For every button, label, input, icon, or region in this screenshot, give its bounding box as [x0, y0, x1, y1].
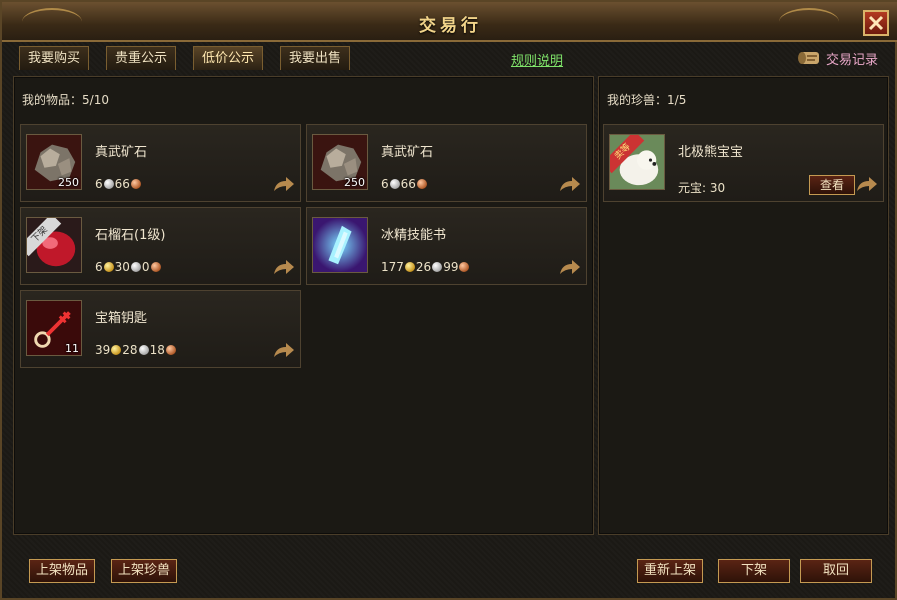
my-items-count: 5/10 [82, 93, 109, 107]
arrow-icon[interactable] [272, 175, 296, 193]
tab-sell[interactable]: 我要出售 [280, 46, 351, 70]
price-copper: 18 [149, 343, 165, 357]
item-price: 6 66 [381, 177, 428, 191]
copper-coin-icon [165, 345, 176, 355]
item-name: 石榴石(1级) [95, 228, 166, 243]
arrow-icon[interactable] [272, 258, 296, 276]
item-price: 6 66 [95, 177, 142, 191]
silver-coin-icon [103, 179, 114, 189]
my-items-label: 我的物品： [22, 93, 83, 107]
trade-records-label: 交易记录 [826, 52, 879, 68]
item-name: 真武矿石 [95, 145, 148, 160]
item-card[interactable]: 冰精技能书 177 26 99 [306, 207, 587, 285]
tab-low-price[interactable]: 低价公示 [193, 46, 264, 70]
item-name: 真武矿石 [381, 145, 434, 160]
price-silver: 6 [381, 177, 389, 191]
arrow-icon[interactable] [272, 341, 296, 359]
tab-valuables[interactable]: 贵重公示 [106, 46, 177, 70]
price-silver: 28 [122, 343, 138, 357]
delist-button[interactable]: 下架 [718, 559, 790, 583]
item-card[interactable]: 11 宝箱钥匙 39 28 18 [20, 290, 301, 368]
my-pets-panel: 我的珍兽：1/5 卖等 北极熊宝宝 元宝: 30 查看 [598, 76, 889, 535]
list-item-button[interactable]: 上架物品 [29, 559, 96, 583]
arrow-icon[interactable] [558, 258, 582, 276]
silver-coin-icon [389, 179, 400, 189]
item-price: 6 30 0 [95, 260, 162, 274]
copper-coin-icon [130, 179, 141, 189]
pet-name: 北极熊宝宝 [678, 145, 744, 160]
item-quantity: 250 [344, 176, 365, 189]
my-items-header: 我的物品：5/10 [22, 91, 109, 108]
garnet-icon: 下架 [26, 217, 82, 273]
ore-icon: 250 [26, 134, 82, 190]
price-silver: 30 [114, 260, 130, 274]
item-name: 冰精技能书 [381, 228, 447, 243]
view-pet-button[interactable]: 查看 [809, 175, 855, 195]
item-price: 39 28 18 [95, 343, 177, 357]
scroll-icon [798, 52, 819, 64]
close-button[interactable] [863, 10, 889, 36]
item-quantity: 250 [58, 176, 79, 189]
gold-coin-icon [111, 345, 122, 355]
price-gold: 177 [381, 260, 404, 274]
polar-bear-icon: 卖等 [609, 134, 665, 190]
list-pet-button[interactable]: 上架珍兽 [111, 559, 178, 583]
ore-icon: 250 [312, 134, 368, 190]
gold-coin-icon [404, 262, 415, 272]
trade-records-button[interactable]: 交易记录 [797, 46, 878, 70]
rules-link[interactable]: 规则说明 [511, 50, 563, 69]
pet-card[interactable]: 卖等 北极熊宝宝 元宝: 30 查看 [603, 124, 884, 202]
my-pets-header: 我的珍兽：1/5 [607, 91, 686, 108]
title-bar: 交易行 [2, 2, 897, 42]
copper-coin-icon [150, 262, 161, 272]
item-card[interactable]: 下架 石榴石(1级) 6 30 0 [20, 207, 301, 285]
price-gold: 6 [95, 260, 103, 274]
crystal-icon [312, 217, 368, 273]
price-copper: 0 [141, 260, 150, 274]
price-copper: 99 [443, 260, 459, 274]
item-name: 宝箱钥匙 [95, 311, 148, 326]
copper-coin-icon [416, 179, 427, 189]
silver-coin-icon [130, 262, 141, 272]
window-title: 交易行 [419, 16, 482, 36]
price-copper: 66 [114, 177, 130, 191]
price-silver: 26 [415, 260, 432, 274]
trading-window: 交易行 我要购买 贵重公示 低价公示 我要出售 规则说明 交易记录 我的物品：5… [0, 0, 897, 600]
close-icon [868, 15, 884, 31]
yuanbao-value: 30 [709, 181, 726, 195]
item-card[interactable]: 250 真武矿石 6 66 [306, 124, 587, 202]
my-pets-label: 我的珍兽： [607, 93, 668, 107]
item-price: 177 26 99 [381, 260, 470, 274]
silver-coin-icon [432, 262, 443, 272]
price-silver: 6 [95, 177, 103, 191]
my-items-panel: 我的物品：5/10 250 真武矿石 6 66 250 真武矿石 6 66 下架… [13, 76, 594, 535]
item-card[interactable]: 250 真武矿石 6 66 [20, 124, 301, 202]
gold-coin-icon [103, 262, 114, 272]
item-quantity: 11 [65, 342, 79, 355]
arrow-icon[interactable] [855, 175, 879, 193]
pet-price: 元宝: 30 [678, 179, 725, 196]
yuanbao-label: 元宝: [678, 181, 707, 195]
price-copper: 66 [400, 177, 416, 191]
arrow-icon[interactable] [558, 175, 582, 193]
relist-button[interactable]: 重新上架 [637, 559, 704, 583]
silver-coin-icon [138, 345, 149, 355]
tab-buy[interactable]: 我要购买 [19, 46, 90, 70]
key-icon: 11 [26, 300, 82, 356]
copper-coin-icon [459, 262, 470, 272]
my-pets-count: 1/5 [667, 93, 687, 107]
price-gold: 39 [95, 343, 111, 357]
retrieve-button[interactable]: 取回 [800, 559, 872, 583]
